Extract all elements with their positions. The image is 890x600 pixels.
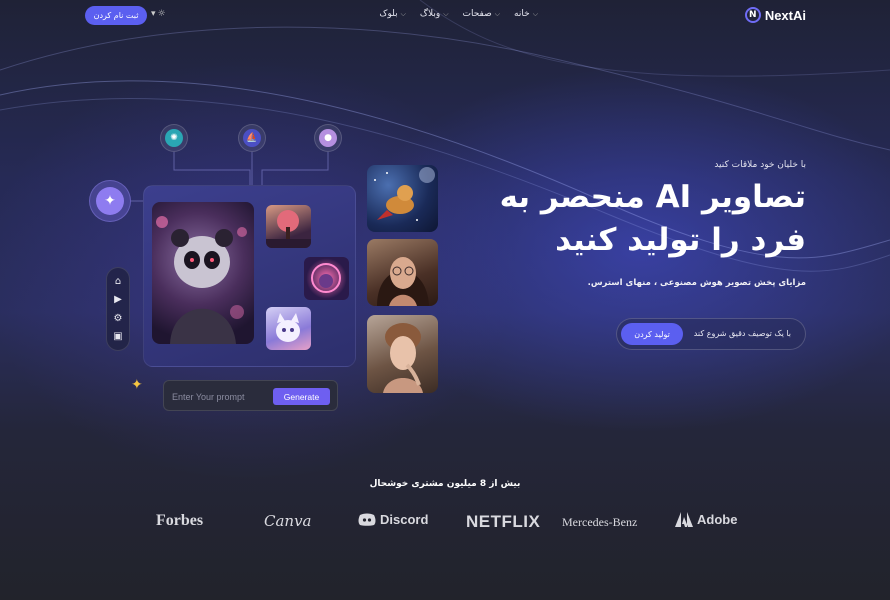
adobe-icon [675, 512, 693, 527]
chevron-down-icon: ▾ [151, 9, 156, 19]
brand-label: Forbes [156, 512, 204, 529]
hero-eyebrow: با خلیان خود ملاقات کنید [714, 160, 806, 170]
brand-forbes: Forbes [156, 512, 203, 530]
nav-item-blocks[interactable]: بلوک ⌵ [379, 9, 406, 19]
home-icon[interactable]: ⌂ [112, 275, 124, 287]
midjourney-icon: ⛵ [243, 129, 261, 147]
brand-adobe: Adobe [675, 512, 737, 527]
avatar-model-button[interactable]: ● [314, 124, 342, 152]
brand-netflix: NETFLIX [466, 512, 540, 532]
sample-image-portrait-glasses [367, 239, 438, 306]
brand-canva: Canva [264, 512, 312, 530]
brand-label: Discord [380, 512, 429, 527]
generator-toolbar: ⌂ ▶ ⚙ ▣ [106, 267, 130, 351]
brand-label: Adobe [697, 512, 738, 527]
brand-logos: Forbes Canva Discord NETFLIX Mercedes-Be… [0, 508, 890, 536]
top-header: N NextAi خانه ⌵ صفحات ⌵ وبلاگ ⌵ بلوک ⌵ ثبت ن… [0, 0, 890, 32]
nav-item-label: بلوک [379, 9, 398, 19]
generated-thumb-tree[interactable] [266, 205, 311, 248]
settings-icon[interactable]: ⚙ [112, 312, 124, 324]
hero-cta: با یک توصیف دقیق شروع کند تولید کردن [616, 318, 806, 350]
nav-item-label: خانه [514, 9, 530, 19]
brand-discord: Discord [358, 512, 428, 527]
nav-item-blog[interactable]: وبلاگ ⌵ [420, 9, 449, 19]
generate-button[interactable]: Generate [273, 388, 330, 405]
main-nav: خانه ⌵ صفحات ⌵ وبلاگ ⌵ بلوک ⌵ [379, 9, 538, 19]
play-icon[interactable]: ▶ [112, 294, 124, 306]
avatar-icon: ● [319, 129, 337, 147]
logo-mark-icon: N [744, 7, 761, 23]
logo-text: NextAi [764, 7, 806, 23]
chevron-down-icon: ⌵ [400, 9, 406, 18]
prompt-bar: Generate [163, 380, 338, 411]
nav-item-home[interactable]: خانه ⌵ [514, 9, 538, 19]
sample-image-space-dog [367, 165, 438, 232]
sun-icon: ☼ [157, 9, 166, 19]
sparkle-badge: ✦ [89, 180, 131, 222]
brand-mercedes-benz: Mercedes-Benz [562, 515, 637, 530]
logo[interactable]: N NextAi [744, 7, 806, 23]
generated-thumb-neon[interactable] [304, 257, 349, 300]
cta-hint: با یک توصیف دقیق شروع کند [693, 329, 791, 338]
brand-label: Canva [264, 512, 312, 530]
discord-icon [358, 513, 376, 526]
generate-cta-button[interactable]: تولید کردن [621, 323, 683, 345]
brand-label: Mercedes-Benz [562, 515, 638, 529]
brand-label: NETFLIX [466, 512, 541, 531]
sparkle-icon: ✦ [96, 187, 124, 215]
chevron-down-icon: ⌵ [494, 9, 501, 18]
generated-thumb-cat[interactable] [266, 307, 311, 350]
hero-subtext: مزایای پخش تصویر هوش مصنوعی ، منهای استر… [587, 278, 806, 288]
image-icon[interactable]: ▣ [112, 331, 124, 343]
nav-item-label: وبلاگ [419, 9, 441, 19]
signup-button[interactable]: ثبت نام کردن [85, 6, 147, 25]
sample-image-portrait-woman [367, 315, 438, 393]
prompt-input[interactable] [172, 389, 270, 404]
openai-icon: ✺ [165, 129, 183, 147]
sparkles-icon: ✦ [131, 377, 143, 393]
chevron-down-icon: ⌵ [532, 9, 538, 18]
openai-model-button[interactable]: ✺ [160, 124, 188, 152]
theme-toggle[interactable]: ▾ ☼ [151, 9, 166, 19]
brands-title: بیش از 8 میلیون مشتری خوشحال [369, 479, 521, 489]
nav-item-pages[interactable]: صفحات ⌵ [463, 9, 501, 19]
chevron-down-icon: ⌵ [443, 9, 449, 18]
nav-item-label: صفحات [462, 9, 492, 19]
hero-headline: تصاویر AI منحصر به فرد را تولید کنید [499, 179, 806, 258]
generated-image-panda[interactable] [152, 202, 254, 344]
midjourney-model-button[interactable]: ⛵ [238, 124, 266, 152]
